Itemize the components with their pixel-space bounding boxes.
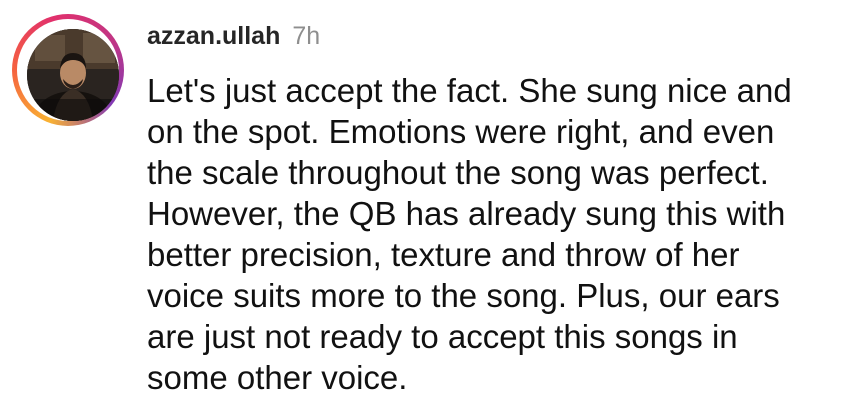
avatar-story-ring[interactable] — [12, 14, 124, 126]
comment-line: the scale throughout the song was perfec… — [147, 154, 769, 191]
comment-header: azzan.ullah 7h — [147, 22, 320, 56]
comment: azzan.ullah 7h Let's just accept the fac… — [0, 0, 860, 401]
comment-timestamp: 7h — [292, 22, 321, 50]
avatar-ring-gap — [17, 19, 119, 121]
comment-line: some other voice. — [147, 359, 408, 396]
comment-line: However, the QB has already sung this wi… — [147, 195, 786, 232]
comment-line: on the spot. Emotions were right, and ev… — [147, 113, 775, 150]
comment-line: voice suits more to the song. Plus, our … — [147, 277, 780, 314]
comment-text: Let's just accept the fact. She sung nic… — [147, 70, 847, 398]
comment-line: are just not ready to accept this songs … — [147, 318, 738, 355]
comment-line: better precision, texture and throw of h… — [147, 236, 740, 273]
username-link[interactable]: azzan.ullah — [147, 22, 280, 51]
comment-line: Let's just accept the fact. She sung nic… — [147, 72, 792, 109]
avatar[interactable] — [27, 29, 119, 121]
avatar-photo — [27, 29, 119, 121]
